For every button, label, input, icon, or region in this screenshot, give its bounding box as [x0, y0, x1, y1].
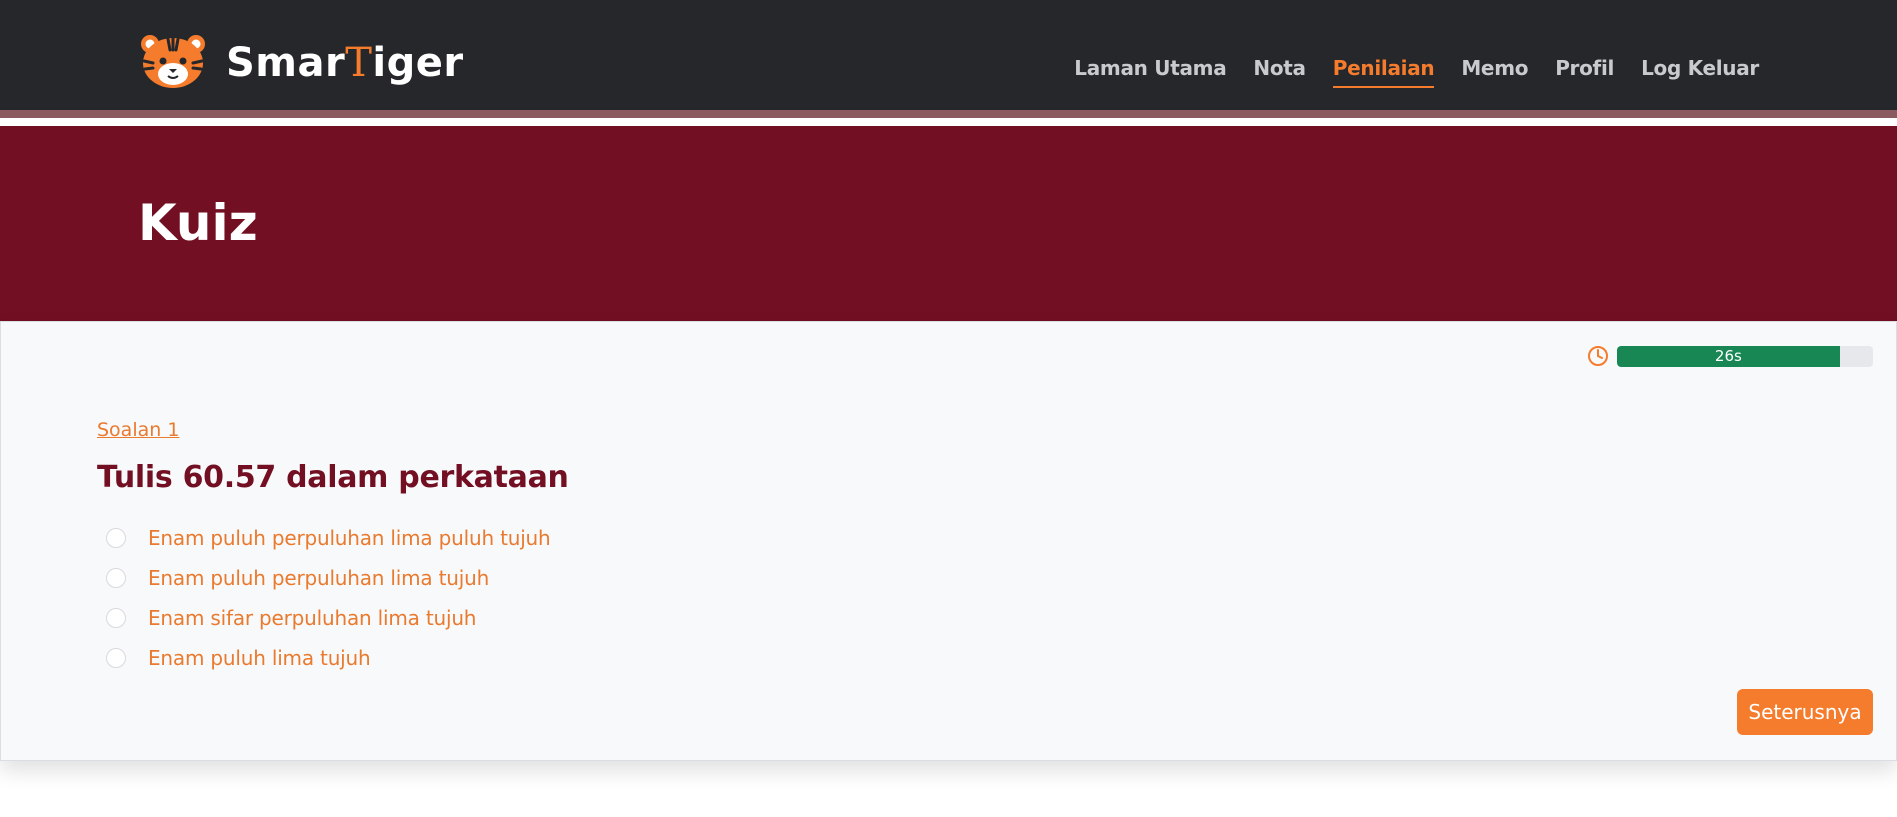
nav-item-log-keluar[interactable]: Log Keluar: [1641, 56, 1759, 88]
page-title: Kuiz: [138, 194, 258, 252]
brand-logo[interactable]: SmarTiger: [138, 28, 464, 90]
brand-name: SmarTiger: [226, 40, 464, 86]
answer-option[interactable]: Enam puluh perpuluhan lima puluh tujuh: [106, 518, 551, 558]
quiz-timer: 26s: [1587, 345, 1873, 367]
answer-option[interactable]: Enam puluh lima tujuh: [106, 638, 551, 678]
answer-radio[interactable]: [106, 648, 126, 668]
answer-radio[interactable]: [106, 608, 126, 628]
timer-progress-fill: 26s: [1617, 345, 1840, 367]
quiz-card: 26s Soalan 1 Tulis 60.57 dalam perkataan…: [0, 321, 1897, 761]
nav-item-nota[interactable]: Nota: [1253, 56, 1306, 88]
page-banner: Kuiz: [0, 126, 1897, 321]
next-button[interactable]: Seterusnya: [1737, 689, 1873, 735]
timer-value: 26s: [1714, 347, 1742, 365]
question-text: Tulis 60.57 dalam perkataan: [97, 460, 569, 495]
clock-icon: [1588, 346, 1608, 366]
tiger-logo-icon: [141, 35, 205, 88]
answer-options: Enam puluh perpuluhan lima puluh tujuh En…: [106, 518, 551, 678]
answer-option[interactable]: Enam puluh perpuluhan lima tujuh: [106, 558, 551, 598]
navbar: SmarTiger Laman Utama Nota Penilaian Memo Pr…: [0, 0, 1897, 118]
answer-radio[interactable]: [106, 528, 126, 548]
answer-option-label: Enam puluh lima tujuh: [148, 646, 371, 670]
answer-option[interactable]: Enam sifar perpuluhan lima tujuh: [106, 598, 551, 638]
timer-progress-bar: 26s: [1617, 345, 1873, 367]
answer-option-label: Enam puluh perpuluhan lima tujuh: [148, 566, 490, 590]
answer-option-label: Enam sifar perpuluhan lima tujuh: [148, 606, 477, 630]
answer-radio[interactable]: [106, 568, 126, 588]
nav-item-penilaian[interactable]: Penilaian: [1332, 56, 1435, 88]
nav-item-memo[interactable]: Memo: [1461, 56, 1528, 88]
nav-item-profil[interactable]: Profil: [1555, 56, 1614, 88]
main-nav: Laman Utama Nota Penilaian Memo Profil Log Ke…: [1047, 56, 1759, 88]
nav-item-laman-utama[interactable]: Laman Utama: [1074, 56, 1226, 88]
answer-option-label: Enam puluh perpuluhan lima puluh tujuh: [148, 526, 551, 550]
question-number-link[interactable]: Soalan 1: [97, 419, 179, 441]
